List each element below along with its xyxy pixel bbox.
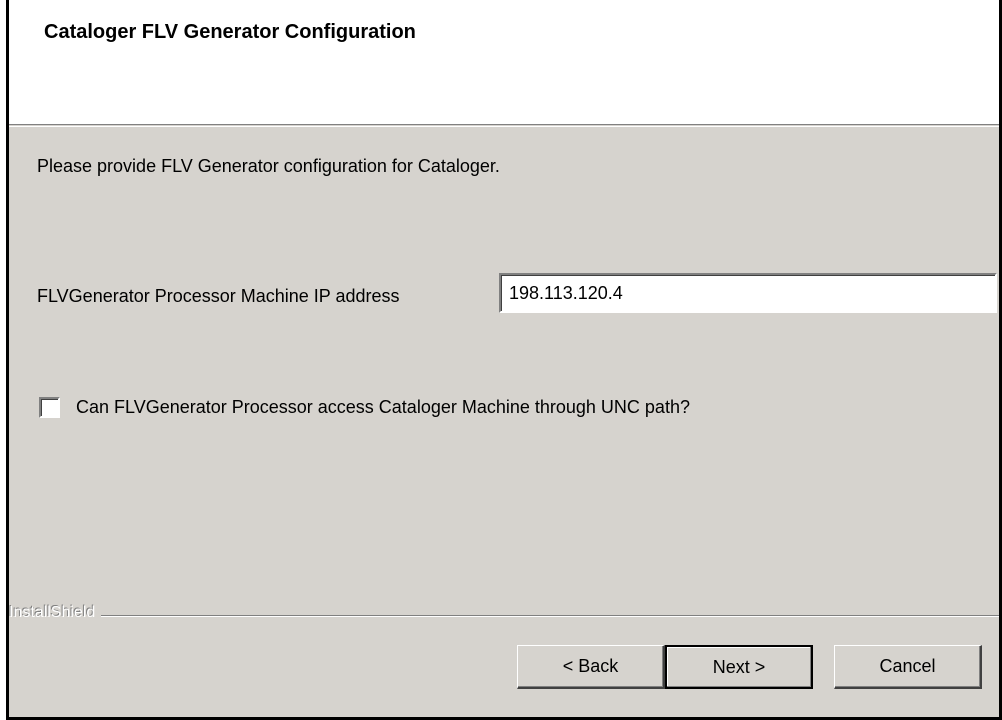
page-title: Cataloger FLV Generator Configuration bbox=[44, 21, 416, 43]
installshield-label: InstallShield bbox=[9, 604, 102, 622]
cancel-button[interactable]: Cancel bbox=[834, 645, 982, 689]
back-button[interactable]: < Back bbox=[517, 645, 665, 689]
unc-checkbox[interactable] bbox=[39, 396, 60, 418]
ip-address-label: FLVGenerator Processor Machine IP addres… bbox=[37, 286, 400, 306]
installer-dialog: Cataloger FLV Generator Configuration Pl… bbox=[6, 0, 1002, 720]
footer-divider bbox=[9, 615, 999, 617]
unc-checkbox-row[interactable]: Can FLVGenerator Processor access Catalo… bbox=[39, 395, 690, 419]
unc-checkbox-label[interactable]: Can FLVGenerator Processor access Catalo… bbox=[76, 397, 690, 418]
header-divider bbox=[9, 126, 999, 127]
next-button[interactable]: Next > bbox=[665, 645, 813, 689]
description-text: Please provide FLV Generator configurati… bbox=[37, 156, 500, 176]
ip-address-input[interactable] bbox=[499, 273, 997, 313]
dialog-header: Cataloger FLV Generator Configuration bbox=[9, 0, 999, 125]
